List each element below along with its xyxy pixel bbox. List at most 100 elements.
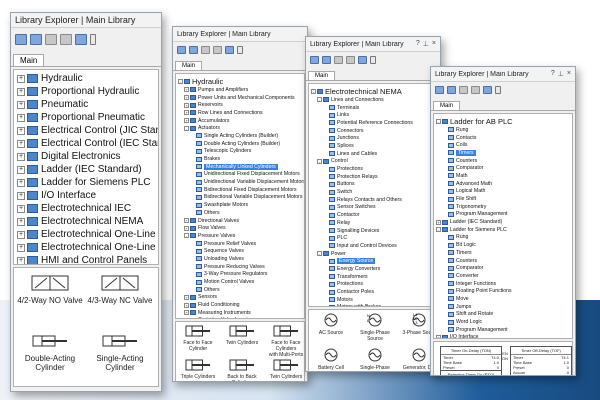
collapse-icon[interactable]: - <box>178 78 183 84</box>
tree-item[interactable]: Unidirectional Fixed Displacement Motors <box>178 171 302 179</box>
tree-item[interactable]: + Fluid Conditioning <box>178 301 302 309</box>
tree-item[interactable]: - Actuators <box>178 124 302 132</box>
tree-item[interactable]: Timers <box>436 149 570 157</box>
expand-icon[interactable]: + <box>17 100 25 109</box>
window-titlebar[interactable]: Library Explorer | Main Library ? ⊥ × <box>431 67 575 82</box>
save-library-icon[interactable] <box>201 46 210 54</box>
tree-item[interactable]: Trigonometry <box>436 203 570 211</box>
open-library-icon[interactable] <box>447 86 456 94</box>
tree-item[interactable]: + Power Units and Mechanical Components <box>178 94 302 102</box>
palette-item[interactable]: Back to Back Cylinders <box>220 358 264 381</box>
open-library-icon[interactable] <box>30 33 42 45</box>
tree-item[interactable]: Pressure Relief Valves <box>178 240 302 248</box>
tree-item[interactable]: Switch <box>311 188 435 196</box>
tree-item[interactable]: Transformers <box>311 273 435 281</box>
tree-item[interactable]: Protections <box>311 281 435 289</box>
palette-item[interactable]: 4/3-Way NC Valve <box>86 272 154 305</box>
tree-item[interactable]: - Power <box>311 250 435 258</box>
tree-item[interactable]: PLC <box>311 234 435 242</box>
expand-icon[interactable]: + <box>184 218 189 224</box>
timer-block[interactable]: Timer Off-Delay (TOF) Timer T4:1 Time Base 1… <box>510 346 572 375</box>
tree-item[interactable]: + Hydraulic <box>17 72 155 85</box>
collapse-icon[interactable]: - <box>436 227 441 233</box>
palette-item[interactable]: 4/3 - E Co <box>154 272 158 314</box>
expand-icon[interactable]: + <box>184 95 189 101</box>
collapse-icon[interactable]: - <box>436 118 441 124</box>
close-icon[interactable]: × <box>432 40 436 48</box>
tree-item[interactable]: Contactor <box>311 211 435 219</box>
tree-item[interactable]: Program Management <box>436 211 570 219</box>
expand-icon[interactable]: + <box>17 87 25 96</box>
tree-item[interactable]: Contacts <box>436 134 570 142</box>
save-library-icon[interactable] <box>334 56 343 64</box>
export-icon[interactable] <box>213 46 222 54</box>
tree-item[interactable]: Telescopic Cylinders <box>178 148 302 156</box>
expand-icon[interactable]: + <box>17 139 25 148</box>
tree-item[interactable]: Converter <box>436 272 570 280</box>
properties-icon[interactable] <box>75 33 87 45</box>
library-tree[interactable]: - Ladder for AB PLC Rung Contacts Coils Timer… <box>433 113 573 339</box>
tree-item[interactable]: Math <box>436 172 570 180</box>
tree-item[interactable]: + Row Lines and Connections <box>178 109 302 117</box>
tree-item[interactable]: Others <box>178 209 302 217</box>
library-icon[interactable] <box>15 33 27 45</box>
tree-item[interactable]: + HMI and Control Panels <box>17 254 155 264</box>
tree-item[interactable]: Advanced Math <box>436 180 570 188</box>
library-explorer-window-3[interactable]: Library Explorer | Main Library ? ⊥ × Main… <box>305 36 441 372</box>
tree-item[interactable]: + Measuring Instruments <box>178 309 302 317</box>
palette-item[interactable]: Battery Cell DC Source <box>309 347 353 371</box>
palette-item[interactable]: Double-Acting Cylinder <box>16 330 84 372</box>
expand-icon[interactable]: + <box>17 204 25 213</box>
tree-item[interactable]: Protection Relays <box>311 173 435 181</box>
tree-item[interactable]: Motion Control Valves <box>178 278 302 286</box>
tree-item[interactable]: Energy Source <box>311 257 435 265</box>
library-icon[interactable] <box>177 46 186 54</box>
tree-item[interactable]: + Electrical Control (IEC Standard) <box>17 137 158 150</box>
tree-item[interactable]: Splices <box>311 142 435 150</box>
tree-item[interactable]: - Ladder for AB PLC <box>436 116 570 126</box>
tree-item[interactable]: + Electrotechnical One-Line NEMA <box>17 241 158 254</box>
expand-icon[interactable]: + <box>17 74 25 83</box>
expand-icon[interactable]: + <box>17 243 25 252</box>
palette-item[interactable]: Twin Cylinders <box>264 358 304 380</box>
collapse-icon[interactable]: - <box>184 233 189 239</box>
collapse-icon[interactable]: - <box>184 125 189 131</box>
properties-icon[interactable] <box>225 46 234 54</box>
palette-item[interactable]: Single-A with Spri <box>154 330 158 372</box>
library-tree[interactable]: + Hydraulic + Proportional Hydraulic + Pneuma… <box>13 69 159 265</box>
tree-item[interactable]: + Accumulators <box>178 117 302 125</box>
expand-icon[interactable]: + <box>17 230 25 239</box>
help-icon[interactable]: ? <box>551 70 555 78</box>
library-tree[interactable]: - Electrotechnical NEMA - Lines and Connect… <box>308 83 438 307</box>
component-palette[interactable]: 4/2-Way NO Valve 4/3-Way NC Valve4/3 - E … <box>13 267 159 387</box>
export-icon[interactable] <box>471 86 480 94</box>
tree-item[interactable]: File Shift <box>436 195 570 203</box>
tree-item[interactable]: + Electrotechnical NEMA <box>17 215 155 228</box>
tree-item[interactable]: Counters <box>436 157 570 165</box>
collapse-icon[interactable]: - <box>317 97 322 103</box>
tree-item[interactable]: Signalling Devices <box>311 227 435 235</box>
tree-item[interactable]: + Digital Electronics <box>17 150 155 163</box>
tab-main[interactable]: Main <box>175 61 203 70</box>
tree-item[interactable]: + Reservoirs <box>178 101 302 109</box>
tree-item[interactable]: Timers <box>436 249 570 257</box>
tree-item[interactable]: Jumps <box>436 303 570 311</box>
tree-item[interactable]: - Electrotechnical NEMA <box>311 86 435 96</box>
lock-icon[interactable] <box>370 56 376 64</box>
tree-item[interactable]: 3-Way Pressure Regulators <box>178 271 302 279</box>
tree-item[interactable]: Bidirectional Fixed Displacement Motors <box>178 186 302 194</box>
component-palette[interactable]: AC Source Single-Phase Source 3-Phase Sour… <box>308 309 438 371</box>
collapse-icon[interactable]: - <box>311 88 316 94</box>
expand-icon[interactable]: + <box>184 110 189 116</box>
help-icon[interactable]: ? <box>416 40 420 48</box>
expand-icon[interactable]: + <box>17 191 25 200</box>
export-icon[interactable] <box>346 56 355 64</box>
tree-item[interactable]: + Flow Valves <box>178 224 302 232</box>
tree-item[interactable]: Sequence Valves <box>178 247 302 255</box>
palette-item[interactable]: Face to Face Cylinder <box>176 324 220 352</box>
tree-item[interactable]: Lines and Cables <box>311 150 435 158</box>
tree-item[interactable]: Contactor Poles <box>311 288 435 296</box>
tree-item[interactable]: + Electrical Control (JIC Standard) <box>17 124 158 137</box>
tree-item[interactable]: Relays Contacts and Others <box>311 196 435 204</box>
palette-item[interactable]: Single-Phase Generator <box>353 347 397 371</box>
